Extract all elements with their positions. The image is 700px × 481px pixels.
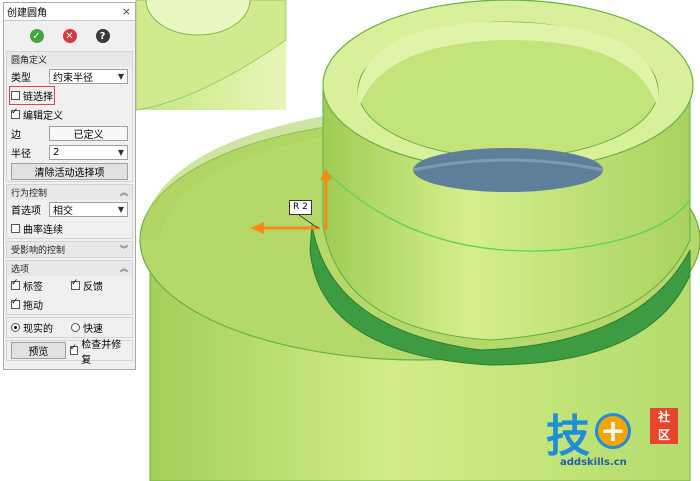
options-section: 选项 ︽ 标签 反馈 拖动	[6, 260, 133, 315]
checkbox-box	[69, 343, 79, 355]
fillet-definition-section: 圆角定义 类型 约束半径 ▼ 链选择 编辑定义 边 已定义	[6, 51, 133, 182]
radius-tag[interactable]: R 2	[289, 200, 312, 215]
chain-select-checkbox[interactable]: 链选择	[9, 86, 55, 105]
drag-row: 拖动	[7, 295, 132, 314]
close-icon[interactable]: ×	[122, 5, 131, 18]
type-row: 类型 约束半径 ▼	[7, 67, 132, 86]
radius-row: 半径 2 ▼	[7, 143, 132, 162]
options-header[interactable]: 选项 ︽	[7, 261, 132, 276]
logo-side-badge: 社 区	[650, 408, 678, 444]
logo-side-char-1: 社	[657, 410, 670, 424]
radius-input[interactable]: 2 ▼	[49, 145, 128, 160]
edit-definition-label: 编辑定义	[23, 111, 63, 122]
curvature-row: 曲率连续	[7, 219, 132, 238]
help-icon[interactable]: ?	[95, 29, 110, 43]
logo-url: addskills.cn	[560, 457, 627, 468]
preference-label: 首选项	[11, 206, 41, 217]
check-repair-checkbox[interactable]: 检查并修复	[69, 336, 128, 366]
type-label: 类型	[11, 73, 31, 84]
checkbox-box	[71, 278, 80, 290]
checkbox-box	[11, 107, 20, 119]
checkbox-box	[11, 91, 20, 100]
fast-label: 快速	[83, 324, 103, 335]
affected-title: 受影响的控制	[11, 246, 66, 256]
affected-section: 受影响的控制 ︾	[6, 241, 133, 258]
confirm-icon[interactable]: ✓	[29, 29, 44, 43]
radius-value: 2	[53, 147, 60, 158]
edge-label: 边	[11, 130, 21, 141]
realistic-label: 现实的	[23, 324, 53, 335]
checkbox-box	[11, 297, 20, 309]
fast-radio[interactable]: 快速	[71, 320, 103, 335]
preference-row: 首选项 相交 ▼	[7, 200, 132, 219]
dialog-title: 创建圆角	[7, 8, 47, 19]
check-repair-label: 检查并修复	[81, 339, 122, 366]
display-mode-row: 现实的 快速	[7, 318, 132, 337]
clear-selection-button[interactable]: 清除活动选择项	[11, 163, 128, 180]
preview-button[interactable]: 预览	[11, 342, 66, 359]
expand-icon[interactable]: ︾	[120, 244, 128, 255]
site-logo-glyph: 技	[546, 411, 590, 462]
feedback-checkbox-label: 反馈	[83, 282, 103, 293]
type-select[interactable]: 约束半径 ▼	[49, 69, 128, 84]
clear-row: 清除活动选择项	[7, 162, 132, 181]
chevron-down-icon: ▼	[117, 205, 124, 214]
radio-dot	[71, 323, 80, 332]
label-checkbox[interactable]: 标签	[11, 278, 71, 293]
logo-plus-icon: +	[595, 413, 631, 449]
checkbox-box	[11, 224, 20, 233]
preference-value: 相交	[53, 206, 73, 217]
type-value: 约束半径	[53, 73, 93, 84]
dialog-actions: ✓ ✕ ?	[4, 21, 135, 51]
curvature-label: 曲率连续	[23, 225, 63, 236]
edge-field[interactable]: 已定义	[49, 126, 128, 141]
fillet-definition-title: 圆角定义	[11, 56, 48, 66]
logo-side-char-2: 区	[657, 428, 670, 442]
edge-value: 已定义	[73, 130, 104, 141]
collapse-icon[interactable]: ︽	[120, 263, 128, 274]
edit-definition-checkbox[interactable]: 编辑定义	[11, 107, 63, 122]
chain-select-label: 链选择	[23, 92, 53, 103]
label-checkbox-label: 标签	[23, 282, 43, 293]
chevron-down-icon: ▼	[117, 72, 124, 81]
drag-checkbox[interactable]: 拖动	[11, 297, 43, 312]
radio-dot	[11, 323, 20, 332]
options-title: 选项	[11, 265, 30, 275]
checkbox-box	[11, 278, 20, 290]
label-feedback-row: 标签 反馈	[7, 276, 132, 295]
drag-checkbox-label: 拖动	[23, 301, 43, 312]
preference-select[interactable]: 相交 ▼	[49, 202, 128, 217]
affected-header[interactable]: 受影响的控制 ︾	[7, 242, 132, 257]
create-fillet-dialog: 创建圆角 × ✓ ✕ ? 圆角定义 类型 约束半径 ▼ 链选择 编辑定	[3, 2, 136, 370]
chain-select-row: 链选择	[7, 86, 132, 105]
chevron-down-icon: ▼	[117, 148, 124, 157]
edge-row: 边 已定义	[7, 124, 132, 143]
edit-definition-row: 编辑定义	[7, 105, 132, 124]
dialog-titlebar[interactable]: 创建圆角 ×	[4, 3, 135, 21]
behavior-title: 行为控制	[11, 189, 48, 199]
background-part	[135, 0, 287, 111]
behavior-header[interactable]: 行为控制 ︽	[7, 185, 132, 200]
curvature-checkbox[interactable]: 曲率连续	[11, 221, 63, 236]
cancel-icon[interactable]: ✕	[62, 29, 77, 43]
collapse-icon[interactable]: ︽	[120, 187, 128, 198]
realistic-radio[interactable]: 现实的	[11, 320, 71, 335]
behavior-section: 行为控制 ︽ 首选项 相交 ▼ 曲率连续	[6, 184, 133, 239]
preview-section: 预览 检查并修复	[6, 340, 133, 366]
feedback-checkbox[interactable]: 反馈	[71, 278, 103, 293]
preview-row: 预览 检查并修复	[7, 340, 132, 366]
radius-label: 半径	[11, 149, 31, 160]
fillet-definition-header: 圆角定义	[7, 52, 132, 67]
